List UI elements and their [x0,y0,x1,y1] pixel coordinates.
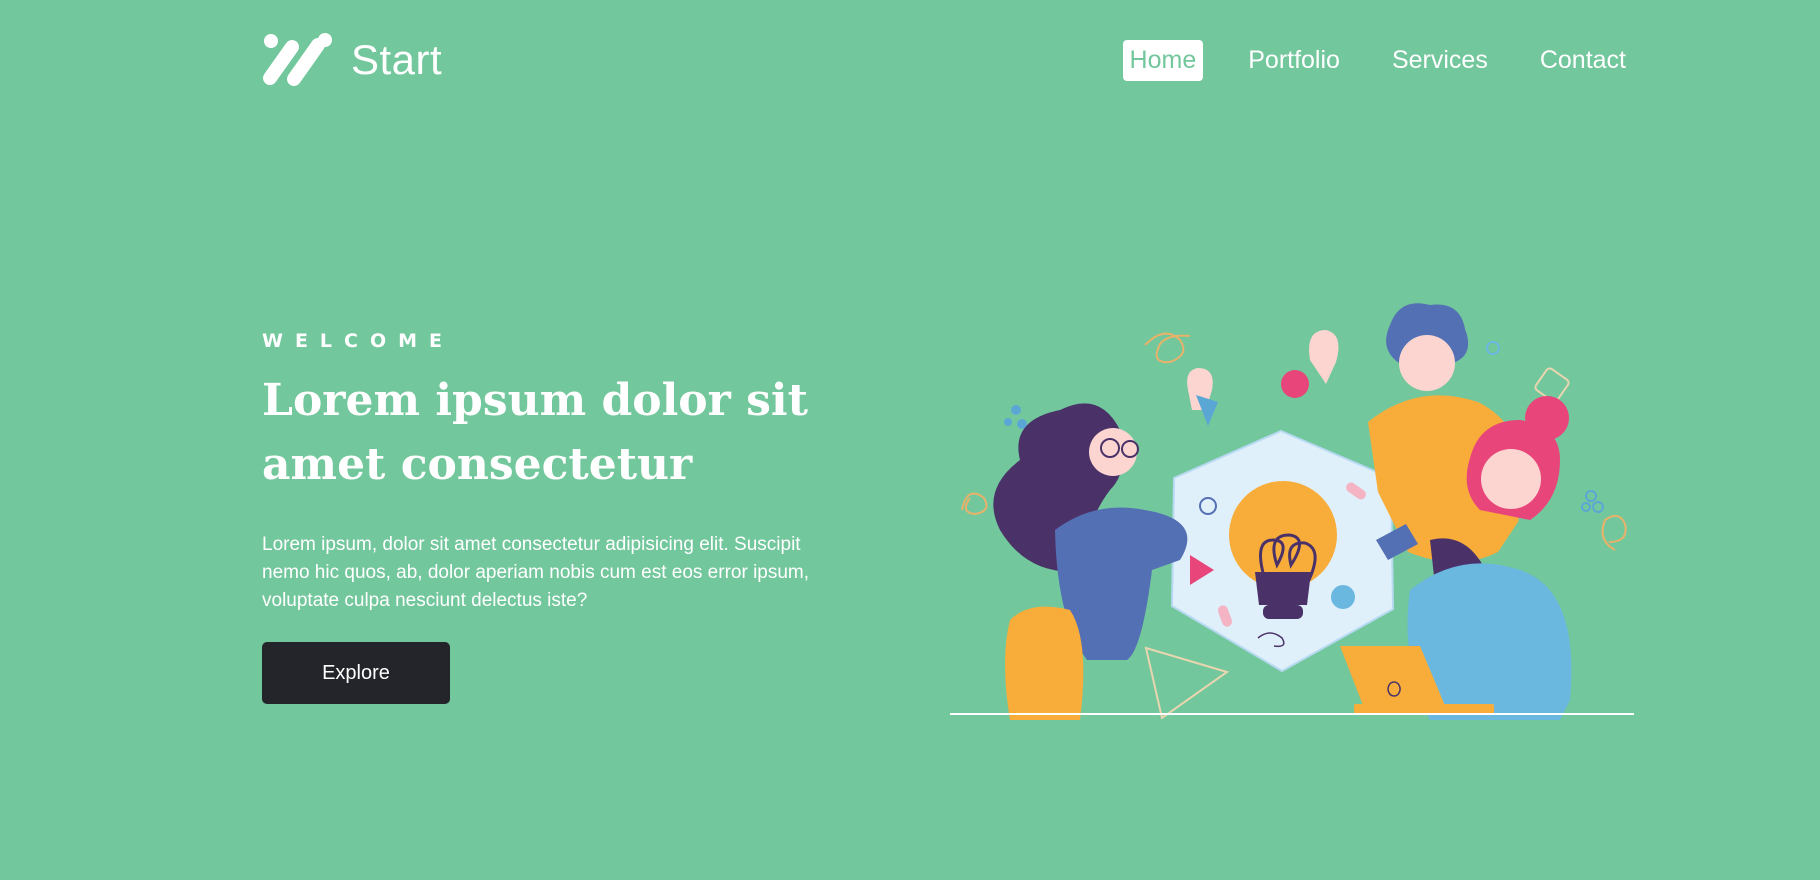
hero-paragraph-line-3: voluptate culpa nesciunt delectus iste? [262,590,588,611]
hero-paragraph-line-1: Lorem ipsum, dolor sit amet consectetur … [262,534,801,555]
hero-headline-line-2: amet consectetur [262,439,693,490]
triangle-outline [1144,646,1230,720]
hero-headline: Lorem ipsum dolor sit amet consectetur [262,369,882,497]
woman-right-bun [1525,396,1569,440]
lightbulb-cap [1263,605,1303,619]
woman-left-pants [1005,606,1084,720]
brand[interactable]: Start [262,30,442,90]
navbar: Start Home Portfolio Services Contact [262,30,1633,90]
woman-left-face [1089,428,1137,476]
hero-eyebrow: WELCOME [262,330,455,352]
nav-link-contact[interactable]: Contact [1533,40,1633,81]
dots-cluster-right [1581,490,1604,513]
brand-name: Start [351,36,443,83]
nav-link-portfolio[interactable]: Portfolio [1241,40,1347,81]
squiggle-right [1601,514,1627,551]
man-hand [1309,330,1339,384]
hex-blue-dot [1331,585,1355,609]
man-ball [1281,370,1309,398]
hero-paragraph-line-2: nemo hic quos, ab, dolor aperiam nobis c… [262,562,810,583]
slanted-bars-logo-icon [263,33,332,86]
hero-section: WELCOME Lorem ipsum dolor sit amet conse… [262,330,882,704]
laptop-base [1354,704,1494,714]
nav-link-services[interactable]: Services [1385,40,1495,81]
hero-paragraph: Lorem ipsum, dolor sit amet consectetur … [262,531,872,615]
squiggle-top [1144,332,1191,364]
team-ideas-lightbulb-illustration [950,303,1634,720]
woman-left-block [1196,395,1218,426]
explore-button[interactable]: Explore [262,642,450,704]
man-face [1399,335,1455,391]
hero-headline-line-1: Lorem ipsum dolor sit [262,375,808,426]
nav-link-home[interactable]: Home [1122,40,1204,81]
dot-outline [1486,341,1500,355]
dots-cluster-left [1004,405,1027,429]
squiggle-left [961,492,988,516]
woman-right-face [1481,449,1541,509]
main-nav: Home Portfolio Services Contact [1095,40,1633,81]
